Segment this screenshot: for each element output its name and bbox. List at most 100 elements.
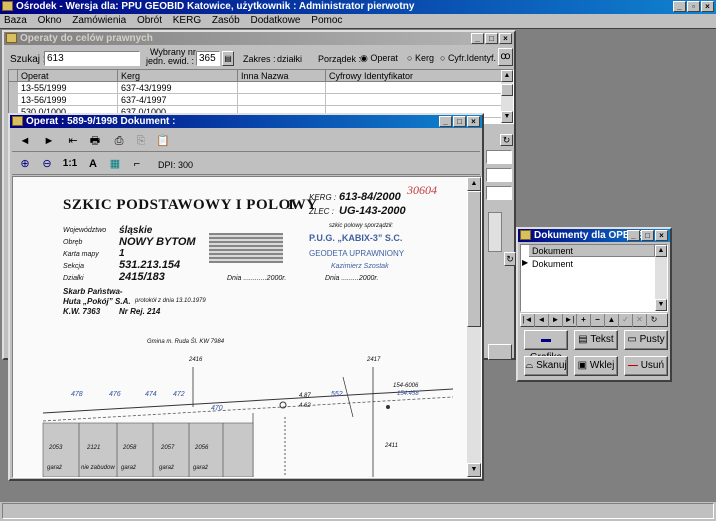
sort-cyfr-radio[interactable]: ○ Cyfr.Identyf. [440, 53, 496, 63]
menu-kerg[interactable]: KERG [173, 15, 201, 26]
zoom-in-icon[interactable]: ⊕ [18, 157, 32, 171]
scan-image: SZKIC PODSTAWOWY I POLOWY 1 30604 KERG :… [13, 177, 467, 477]
dokumenty-maximize-button[interactable]: □ [641, 230, 654, 241]
menu-pomoc[interactable]: Pomoc [311, 15, 342, 26]
usun-button[interactable]: — Usuń [624, 356, 668, 376]
crop-icon[interactable]: ⌐ [130, 157, 144, 171]
pusty-button[interactable]: ▭ Pusty [624, 330, 668, 350]
app-titlebar: Ośrodek - Wersja dla: PPU GEOBID Katowic… [0, 0, 716, 14]
map-number: 476 [109, 391, 121, 398]
doc-scroll-down[interactable]: ▼ [467, 463, 481, 477]
menu-baza[interactable]: Baza [4, 15, 27, 26]
col-inna-nazwa[interactable]: Inna Nazwa [238, 70, 326, 82]
map-number: 154.458 [397, 391, 419, 397]
nav-first-icon[interactable]: |◄ [521, 314, 535, 327]
operaty-close-button[interactable]: × [499, 33, 512, 44]
menu-obrot[interactable]: Obrót [137, 15, 162, 26]
dok-scroll-down[interactable]: ▼ [655, 299, 667, 311]
operaty-minimize-button[interactable]: _ [471, 33, 484, 44]
paste-icon[interactable]: 📋 [156, 134, 170, 148]
col-cyfrowy[interactable]: Cyfrowy Identyfikator [326, 70, 502, 82]
current-row-icon: ▶ [522, 258, 529, 267]
sort-cyfr-label: Cyfr.Identyf. [447, 53, 496, 63]
operaty-side-refresh[interactable]: ↻ [504, 252, 516, 266]
map-number: 2056 [195, 445, 209, 451]
nav-delete-icon[interactable]: − [591, 314, 605, 327]
operat-zoom-toolbar: ⊕ ⊖ 1:1 A ▦ ⌐ DPI: 300 [12, 153, 480, 175]
nav-last-icon[interactable]: ►| [563, 314, 577, 327]
nav-post-icon[interactable]: ✓ [619, 314, 633, 327]
scroll-down-button[interactable]: ▼ [501, 111, 513, 123]
scroll-up-button[interactable]: ▲ [501, 70, 513, 82]
skanuj-label: Skanuj [536, 360, 567, 371]
dokumenty-minimize-button[interactable]: _ [627, 230, 640, 241]
nav-edit-icon[interactable]: ▲ [605, 314, 619, 327]
first-icon[interactable]: ⇤ [66, 134, 80, 148]
operat-minimize-button[interactable]: _ [439, 116, 452, 127]
scan-number: 1 [287, 197, 295, 213]
unit-lookup-button[interactable]: ▤ [222, 51, 234, 66]
app-minimize-button[interactable]: _ [673, 1, 686, 12]
col-kerg[interactable]: Kerg [118, 70, 238, 82]
dokumenty-close-button[interactable]: × [655, 230, 668, 241]
col-operat[interactable]: Operat [18, 70, 118, 82]
operaty-maximize-button[interactable]: □ [485, 33, 498, 44]
menu-zamowienia[interactable]: Zamówienia [72, 15, 126, 26]
operaty-detail-field-3 [486, 186, 512, 200]
next-icon[interactable]: ► [42, 134, 56, 148]
app-restore-button[interactable]: ▫ [687, 1, 700, 12]
scan-icon[interactable]: 🖶 [88, 134, 102, 148]
stamp-block-1 [209, 233, 283, 263]
nav-cancel-icon[interactable]: ✕ [633, 314, 647, 327]
operat-close-button[interactable]: × [467, 116, 480, 127]
map-label: garaż [121, 465, 137, 471]
doc-scroll-up[interactable]: ▲ [467, 177, 481, 191]
menu-dodatkowe[interactable]: Dodatkowe [250, 15, 300, 26]
operaty-side-scrollbar[interactable] [488, 212, 502, 252]
dok-scroll-up[interactable]: ▲ [655, 245, 667, 257]
zoom-out-icon[interactable]: ⊖ [40, 157, 54, 171]
color-icon[interactable]: ▦ [108, 157, 122, 171]
menu-bar: Baza Okno Zamówienia Obrót KERG Zasób Do… [0, 14, 716, 28]
grafika-button[interactable]: ▬ Grafika [524, 330, 568, 363]
actual-size-button[interactable]: 1:1 [60, 157, 80, 171]
nav-prev-icon[interactable]: ◄ [535, 314, 549, 327]
tekst-button[interactable]: ▤ Tekst [574, 330, 618, 350]
sort-operat-label: Operat [370, 53, 398, 63]
nav-next-icon[interactable]: ► [549, 314, 563, 327]
dokumenty-col-header[interactable]: Dokument [529, 245, 655, 257]
operaty-bottom-button[interactable] [488, 344, 512, 360]
copy-icon[interactable]: ⎘ [134, 134, 148, 148]
nav-refresh-icon[interactable]: ↻ [647, 314, 661, 327]
nav-insert-icon[interactable]: + [577, 314, 591, 327]
map-number: 472 [173, 391, 185, 398]
operaty-refresh-button[interactable]: ↻ [500, 134, 513, 146]
app-close-button[interactable]: × [701, 1, 714, 12]
sekcja-label: Sekcja [63, 263, 85, 270]
wklej-button[interactable]: ▣ Wklej [574, 356, 618, 376]
font-icon[interactable]: A [86, 157, 100, 171]
menu-zasob[interactable]: Zasób [212, 15, 240, 26]
grid-scrollbar[interactable]: ▲ ▼ [501, 70, 513, 123]
table-row[interactable]: ▶ Dokument [521, 258, 655, 270]
operaty-detail-field [486, 150, 512, 164]
menu-okno[interactable]: Okno [38, 15, 62, 26]
document-view[interactable]: SZKIC PODSTAWOWY I POLOWY 1 30604 KERG :… [12, 176, 482, 478]
prev-icon[interactable]: ◄ [18, 134, 32, 148]
map-number: 2057 [161, 445, 175, 451]
operat-maximize-button[interactable]: □ [453, 116, 466, 127]
skanuj-button[interactable]: ⌓ Skanuj [524, 356, 568, 376]
dokumenty-scrollbar[interactable]: ▲ ▼ [655, 245, 667, 311]
binoculars-button[interactable]: ꝏ [498, 48, 513, 66]
table-row[interactable]: 13-55/1999 637-43/1999 [9, 82, 513, 94]
sort-operat-radio[interactable]: ◉ Operat [360, 53, 398, 64]
cell [326, 82, 502, 94]
scroll-thumb[interactable] [501, 84, 513, 96]
table-row[interactable]: 13-56/1999 637-4/1997 [9, 94, 513, 106]
print-icon[interactable]: ⎙ [112, 134, 126, 148]
document-scrollbar[interactable]: ▲ ▼ [467, 177, 481, 477]
unit-input[interactable]: 365 [196, 51, 220, 66]
sort-kerg-radio[interactable]: ○ Kerg [407, 53, 434, 63]
search-input[interactable]: 613 [44, 51, 140, 66]
doc-scroll-thumb[interactable] [467, 191, 481, 327]
